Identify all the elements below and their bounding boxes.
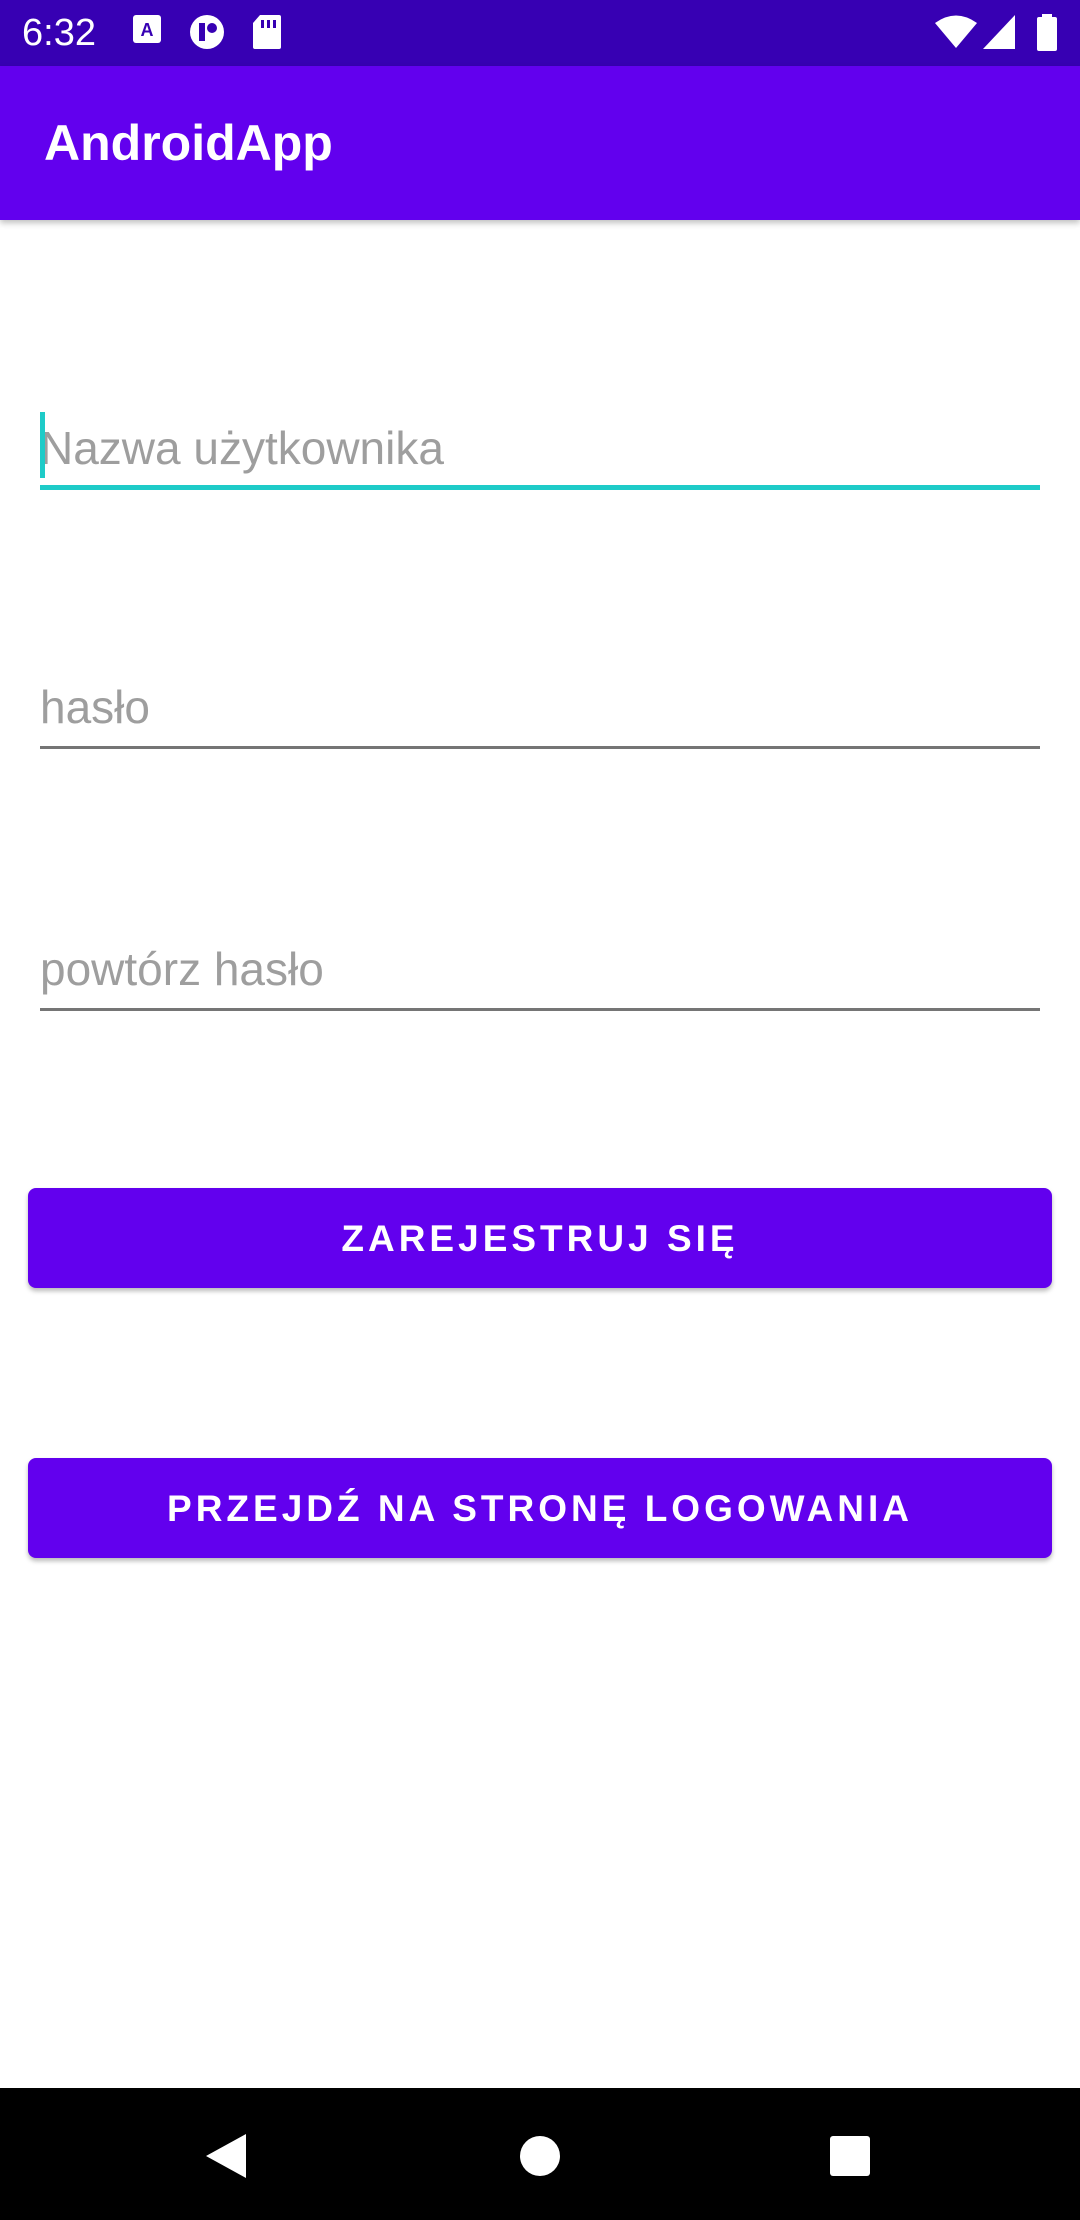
username-input[interactable]	[40, 410, 1040, 486]
back-icon[interactable]	[196, 2126, 256, 2186]
app-bar: AndroidApp	[0, 66, 1080, 220]
register-button[interactable]: ZAREJESTRUJ SIĘ	[28, 1188, 1052, 1288]
password-field-container	[40, 669, 1040, 749]
cell-signal-icon	[983, 15, 1015, 49]
recents-icon[interactable]	[820, 2126, 880, 2186]
sd-card-icon	[253, 15, 281, 49]
username-field-container	[40, 410, 1040, 490]
password-input[interactable]	[40, 669, 1040, 745]
password-underline	[40, 746, 1040, 749]
repeat-password-underline	[40, 1008, 1040, 1011]
text-cursor	[40, 412, 45, 478]
svg-text:A: A	[141, 20, 154, 40]
repeat-password-field-container	[40, 931, 1040, 1011]
app-notification-icon	[190, 15, 224, 49]
screen: 6:32 A AndroidApp Nazwa użytkownika ZARE…	[0, 0, 1080, 2220]
status-bar: 6:32 A	[0, 0, 1080, 66]
go-to-login-button[interactable]: PRZEJDŹ NA STRONĘ LOGOWANIA	[28, 1458, 1052, 1558]
font-notification-icon: A	[133, 15, 161, 43]
navigation-bar	[0, 2088, 1080, 2220]
username-underline	[40, 485, 1040, 490]
wifi-icon	[935, 15, 977, 48]
battery-icon	[1037, 14, 1057, 51]
home-icon[interactable]	[510, 2126, 570, 2186]
repeat-password-input[interactable]	[40, 931, 1040, 1007]
app-title: AndroidApp	[44, 115, 333, 171]
status-time: 6:32	[22, 12, 96, 54]
